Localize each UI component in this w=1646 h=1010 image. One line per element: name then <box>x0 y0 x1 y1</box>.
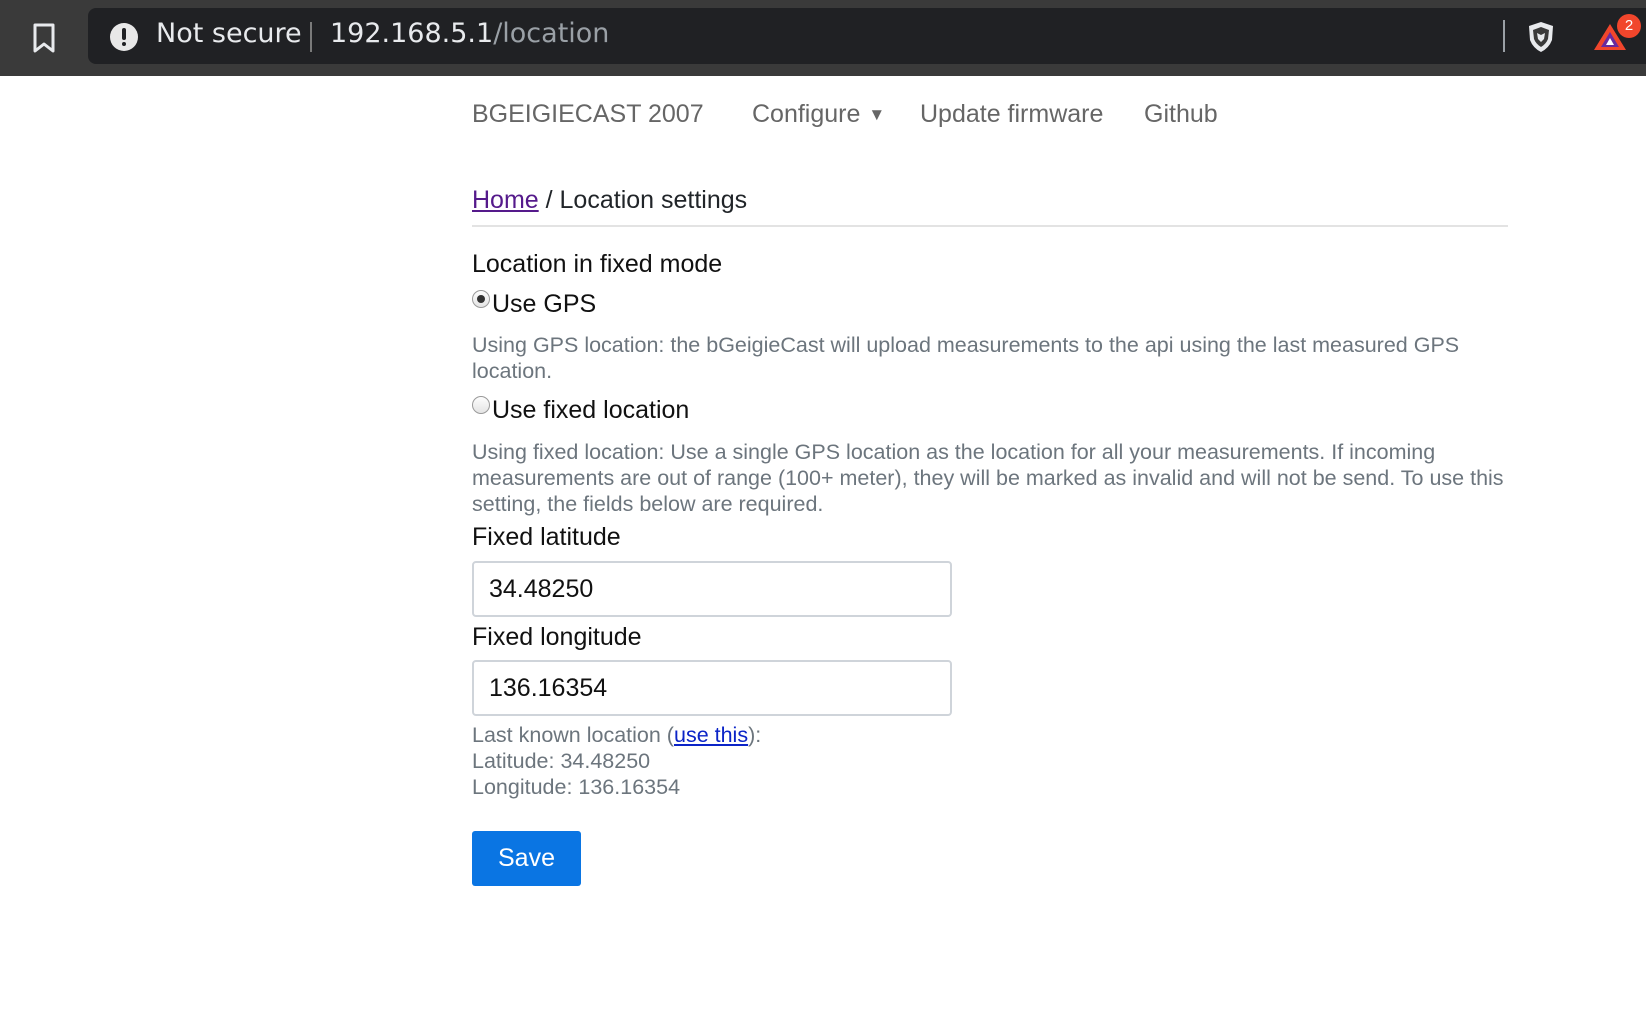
caret-down-icon: ▼ <box>868 105 886 124</box>
save-button[interactable]: Save <box>472 831 581 886</box>
use-gps-label[interactable]: Use GPS <box>492 290 596 318</box>
nav-configure[interactable]: Configure ▼ <box>752 100 885 129</box>
browser-toolbar: Not secure 192.168.5.1/location 2 <box>0 0 1646 76</box>
breadcrumb-divider <box>472 225 1508 227</box>
brave-shields-icon[interactable] <box>1525 20 1557 54</box>
use-fixed-label[interactable]: Use fixed location <box>492 396 689 424</box>
last-latitude: Latitude: 34.48250 <box>472 749 651 773</box>
breadcrumb-current: Location settings <box>559 186 748 214</box>
use-this-link[interactable]: use this <box>674 723 748 747</box>
longitude-input[interactable] <box>472 660 952 716</box>
rewards-badge: 2 <box>1617 14 1641 38</box>
latitude-label: Fixed latitude <box>472 523 621 551</box>
use-fixed-help: Using fixed location: Use a single GPS l… <box>472 440 1504 516</box>
url-host: 192.168.5.1 <box>330 18 494 49</box>
latitude-input[interactable] <box>472 561 952 617</box>
use-gps-radio[interactable] <box>472 290 490 308</box>
last-known-line: Last known location (use this): <box>472 722 761 748</box>
last-known-prefix: Last known location ( <box>472 723 674 747</box>
nav-brand[interactable]: BGEIGIECAST 2007 <box>472 100 704 129</box>
breadcrumb-home-link[interactable]: Home <box>472 186 539 214</box>
use-gps-help: Using GPS location: the bGeigieCast will… <box>472 333 1460 383</box>
toolbar-separator <box>1503 20 1505 52</box>
url-separator <box>310 22 312 52</box>
use-gps-option[interactable]: Use GPS <box>472 290 596 319</box>
warning-icon[interactable] <box>110 23 138 51</box>
use-fixed-radio[interactable] <box>472 396 490 414</box>
section-title: Location in fixed mode <box>472 250 723 278</box>
nav-update-firmware[interactable]: Update firmware <box>920 100 1103 129</box>
nav-github[interactable]: Github <box>1144 100 1218 129</box>
last-longitude: Longitude: 136.16354 <box>472 775 681 799</box>
last-known-suffix: ): <box>748 723 762 747</box>
breadcrumb: Home / Location settings <box>472 186 747 215</box>
use-fixed-option[interactable]: Use fixed location <box>472 396 689 425</box>
breadcrumb-separator: / <box>538 186 560 214</box>
url-text[interactable]: 192.168.5.1/location <box>330 18 609 49</box>
nav-configure-label: Configure <box>752 100 861 128</box>
address-bar[interactable] <box>88 8 1646 64</box>
url-path: /location <box>493 18 610 49</box>
longitude-label: Fixed longitude <box>472 623 642 651</box>
security-label[interactable]: Not secure <box>156 18 302 49</box>
bookmark-icon[interactable] <box>30 22 58 54</box>
last-known-location: Last known location (use this): Latitude… <box>472 722 761 800</box>
